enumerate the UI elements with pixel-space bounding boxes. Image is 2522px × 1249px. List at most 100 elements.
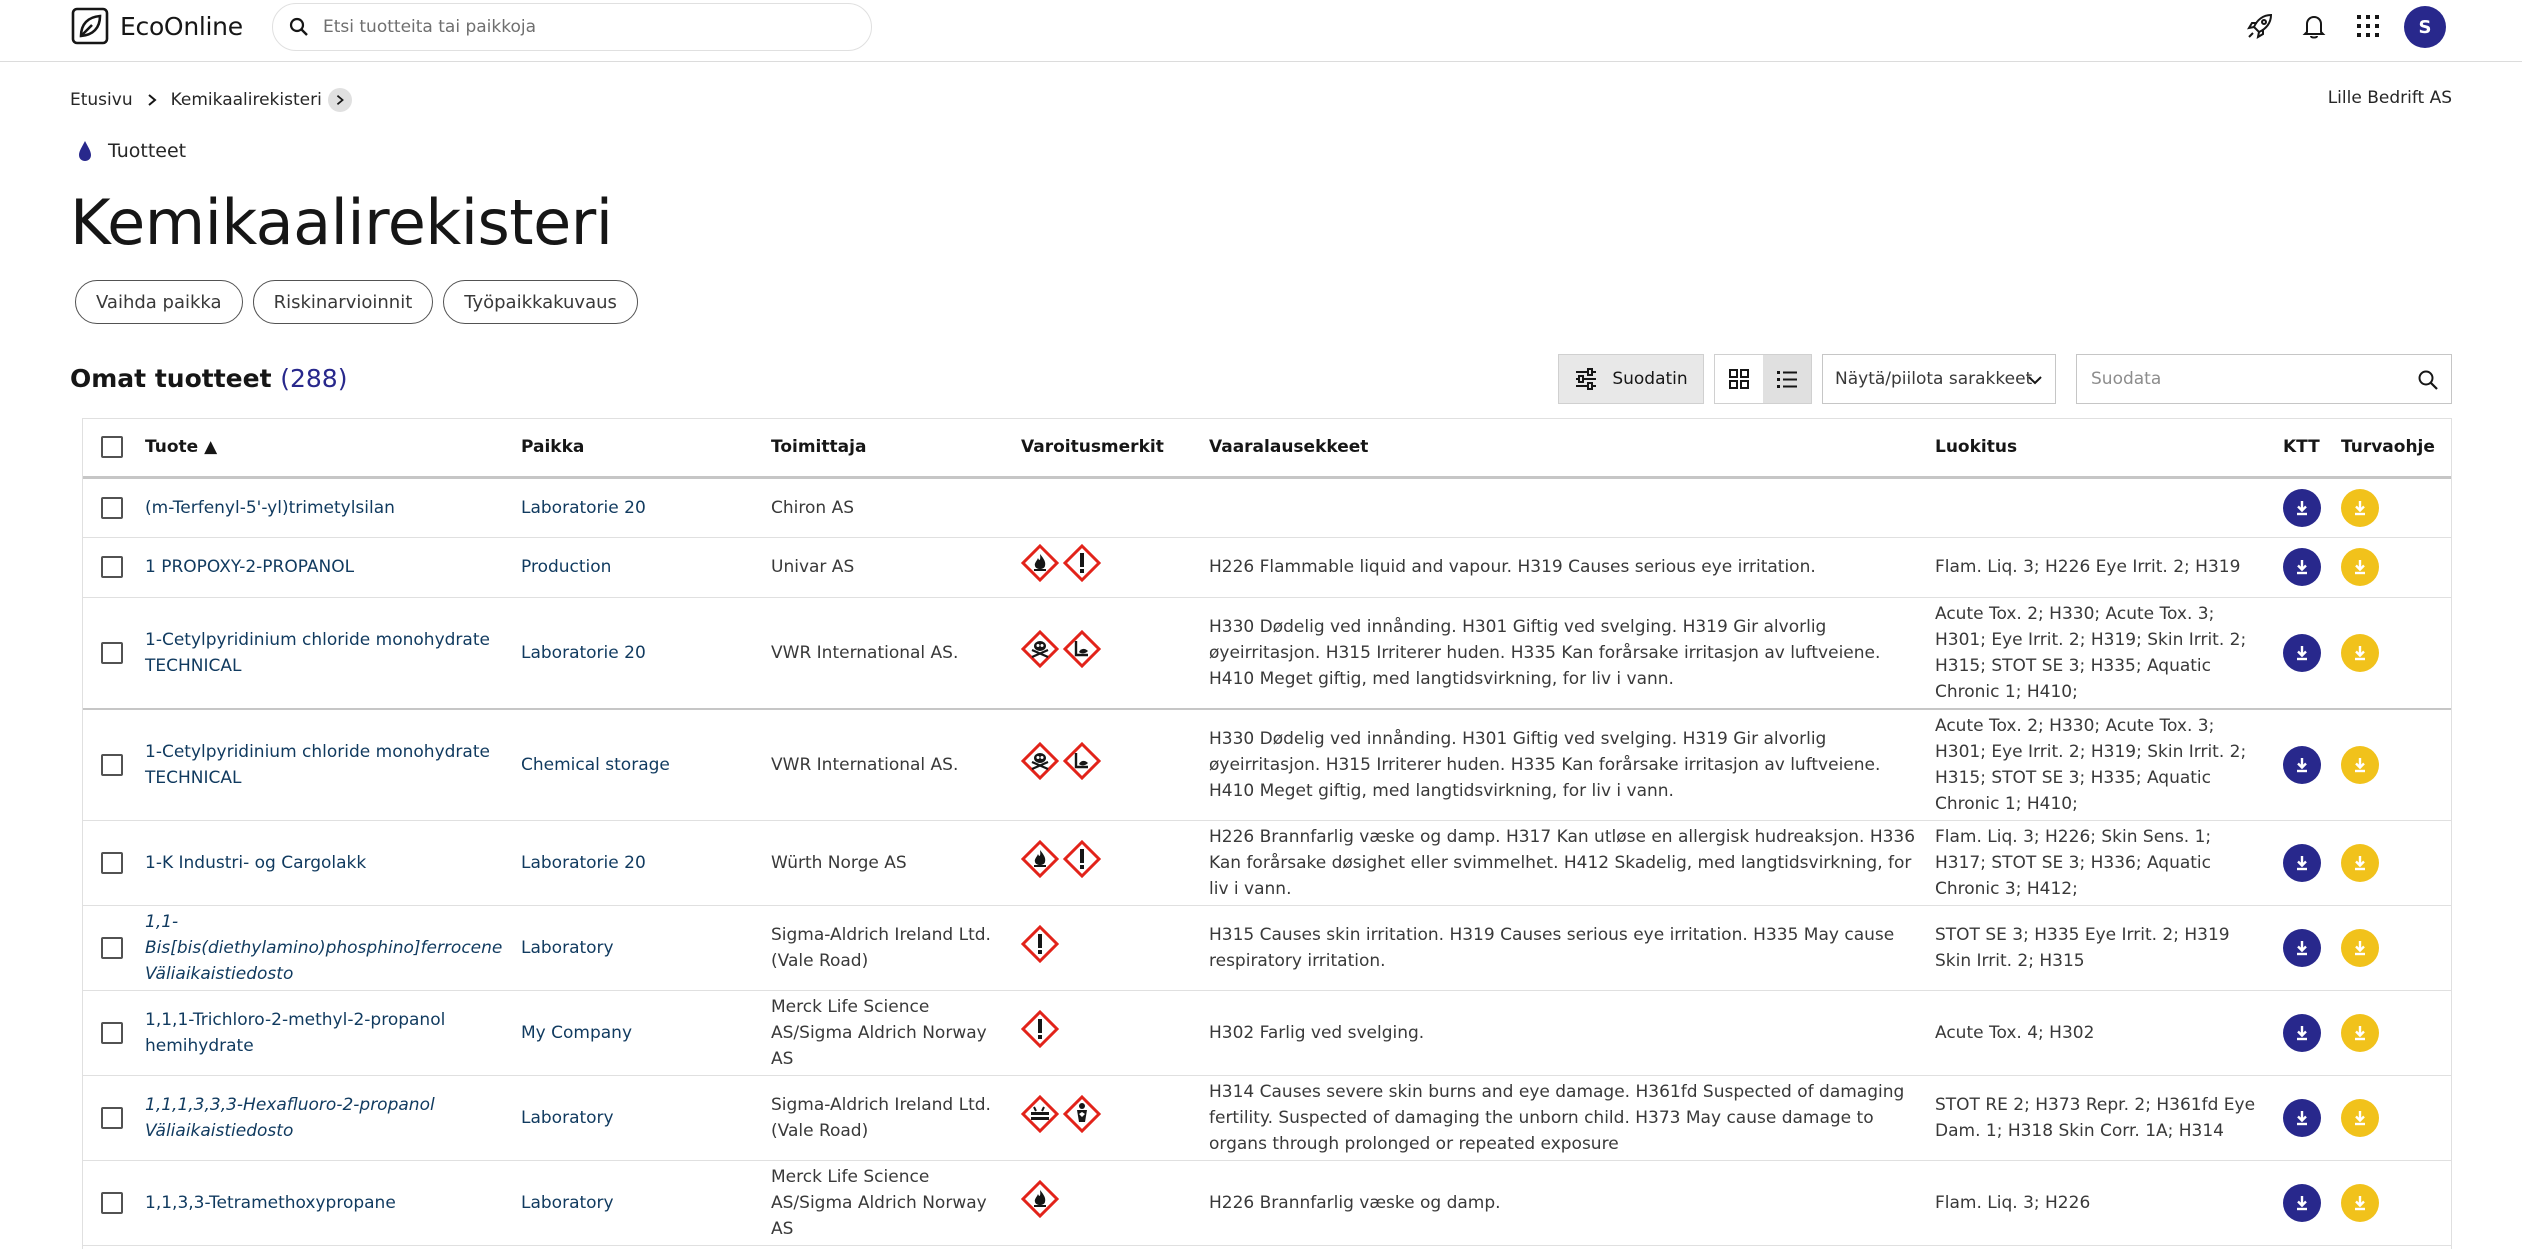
columns-visibility-select[interactable]: Näytä/piilota sarakkeet — [1822, 354, 2056, 404]
table-row[interactable]: 1-Cetylpyridinium chloride monohydrate T… — [83, 709, 2451, 821]
place-cell[interactable]: Production — [513, 537, 763, 597]
table-row[interactable]: 1-Cetylpyridinium chloride monohydrate T… — [83, 597, 2451, 709]
table-row[interactable]: 1,1,1-Trichloro-2-methyl-2-propanol hemi… — [83, 990, 2451, 1075]
download-sds-button[interactable] — [2283, 633, 2321, 672]
view-toggle — [1714, 354, 1812, 404]
place-cell[interactable]: Laboratory — [513, 1160, 763, 1245]
download-sds-button[interactable] — [2283, 1098, 2321, 1137]
product-name-cell[interactable]: 1,1-Bis[bis(diethylamino)phosphino]ferro… — [137, 905, 513, 990]
download-safety-instructions-button[interactable] — [2341, 548, 2379, 586]
select-all-checkbox[interactable] — [101, 436, 123, 459]
product-name[interactable]: 1-K Industri- og Cargolakk — [145, 853, 366, 873]
download-safety-instructions-button[interactable] — [2341, 1183, 2379, 1222]
product-name-cell[interactable]: 1,1,3,3-Tetramethoxypropane — [137, 1160, 513, 1245]
product-name-cell[interactable]: 1,10-Dichlorodecane — [137, 1245, 513, 1249]
place-cell[interactable]: Laboratory — [513, 905, 763, 990]
product-name[interactable]: 1,1-Bis[bis(diethylamino)phosphino]ferro… — [145, 912, 502, 958]
product-name[interactable]: 1-Cetylpyridinium chloride monohydrate T… — [145, 630, 490, 676]
column-header-ktt[interactable]: KTT — [2275, 419, 2333, 477]
row-checkbox[interactable] — [101, 1106, 123, 1129]
ecoonline-leaf-icon — [71, 7, 109, 45]
column-header-hazards[interactable]: Vaaralausekkeet — [1201, 419, 1927, 477]
download-sds-button[interactable] — [2283, 928, 2321, 967]
place-cell[interactable]: Laboratorie 20 — [513, 597, 763, 709]
product-name-cell[interactable]: 1-Cetylpyridinium chloride monohydrate T… — [137, 709, 513, 821]
table-filter-field[interactable] — [2076, 354, 2452, 404]
product-name[interactable]: 1-Cetylpyridinium chloride monohydrate T… — [145, 742, 490, 788]
breadcrumb-home[interactable]: Etusivu — [70, 90, 133, 110]
user-avatar[interactable]: S — [2404, 6, 2446, 48]
download-safety-instructions-button[interactable] — [2341, 1098, 2379, 1137]
column-header-supplier[interactable]: Toimittaja — [763, 419, 1013, 477]
table-row[interactable]: 1,1-Bis[bis(diethylamino)phosphino]ferro… — [83, 905, 2451, 990]
breadcrumb-current[interactable]: Kemikaalirekisteri — [171, 90, 322, 110]
place-cell[interactable]: Chemical storage — [513, 1245, 763, 1249]
row-checkbox[interactable] — [101, 936, 123, 959]
breadcrumb-expand-button[interactable] — [327, 88, 352, 112]
row-checkbox[interactable] — [101, 1191, 123, 1214]
download-sds-button[interactable] — [2283, 488, 2321, 527]
download-sds-button[interactable] — [2283, 843, 2321, 882]
list-view-button[interactable] — [1763, 355, 1811, 403]
table-row[interactable]: 1,1,1,3,3,3-Hexafluoro-2-propanol Väliaik… — [83, 1075, 2451, 1160]
row-checkbox[interactable] — [101, 556, 123, 578]
row-checkbox[interactable] — [101, 753, 123, 776]
filter-button[interactable]: Suodatin — [1558, 354, 1704, 404]
product-name-cell[interactable]: 1,1,1,3,3,3-Hexafluoro-2-propanol Väliaik… — [137, 1075, 513, 1160]
ecoonline-logo[interactable]: EcoOnline — [70, 6, 243, 46]
workplace-description-button[interactable]: Työpaikkakuvaus — [443, 280, 638, 324]
download-sds-button[interactable] — [2283, 745, 2321, 784]
risk-assessments-button[interactable]: Riskinarvioinnit — [252, 280, 434, 324]
global-search[interactable] — [272, 3, 872, 51]
table-row[interactable]: 1,1,3,3-Tetramethoxypropane Laboratory Mer… — [83, 1160, 2451, 1245]
table-row[interactable]: 1,10-DichlorodecaneChemical storageMerck… — [83, 1245, 2451, 1249]
table-row[interactable]: 1 PROPOXY-2-PROPANOL Production Univar AS H… — [83, 537, 2451, 597]
table-row[interactable]: (m-Terfenyl-5'-yl)trimetylsilan Laborator… — [83, 477, 2451, 537]
download-safety-instructions-button[interactable] — [2341, 633, 2379, 672]
column-header-product[interactable]: Tuote ▲ — [137, 419, 513, 477]
column-header-place[interactable]: Paikka — [513, 419, 763, 477]
place-cell[interactable]: My Company — [513, 990, 763, 1075]
row-checkbox[interactable] — [101, 1021, 123, 1044]
row-checkbox[interactable] — [101, 496, 123, 519]
download-safety-instructions-button[interactable] — [2341, 488, 2379, 527]
download-sds-button[interactable] — [2283, 1183, 2321, 1222]
place-cell[interactable]: Laboratorie 20 — [513, 477, 763, 537]
global-search-input[interactable] — [323, 17, 823, 37]
product-name[interactable]: 1,1,1,3,3,3-Hexafluoro-2-propanol — [145, 1095, 435, 1115]
notifications-button[interactable] — [2296, 8, 2332, 44]
download-safety-instructions-button[interactable] — [2341, 1013, 2379, 1052]
rocket-button[interactable] — [2242, 8, 2278, 44]
product-name-cell[interactable]: 1-K Industri- og Cargolakk — [137, 820, 513, 905]
change-location-button[interactable]: Vaihda paikka — [75, 280, 243, 324]
column-header-safety-instructions[interactable]: Turvaohje — [2333, 419, 2451, 477]
row-checkbox[interactable] — [101, 851, 123, 874]
row-checkbox[interactable] — [101, 641, 123, 664]
product-name-cell[interactable]: 1 PROPOXY-2-PROPANOL — [137, 537, 513, 597]
table-row[interactable]: 1-K Industri- og Cargolakk Laboratorie 20… — [83, 820, 2451, 905]
bell-icon — [2302, 15, 2326, 39]
download-safety-instructions-button[interactable] — [2341, 928, 2379, 967]
download-sds-button[interactable] — [2283, 548, 2321, 586]
product-name[interactable]: 1,1,3,3-Tetramethoxypropane — [145, 1193, 396, 1213]
column-header-pictograms[interactable]: Varoitusmerkit — [1013, 419, 1201, 477]
table-filter-input[interactable] — [2091, 369, 2411, 389]
download-safety-instructions-button[interactable] — [2341, 745, 2379, 784]
column-header-classification[interactable]: Luokitus — [1927, 419, 2275, 477]
product-name[interactable]: (m-Terfenyl-5'-yl)trimetylsilan — [145, 498, 395, 518]
place-cell[interactable]: Chemical storage — [513, 709, 763, 821]
product-name-cell[interactable]: 1,1,1-Trichloro-2-methyl-2-propanol hemi… — [137, 990, 513, 1075]
product-name[interactable]: 1,1,1-Trichloro-2-methyl-2-propanol hemi… — [145, 1010, 445, 1056]
section-kind-label: Tuotteet — [108, 140, 187, 162]
place-cell[interactable]: Laboratorie 20 — [513, 820, 763, 905]
product-name[interactable]: 1 PROPOXY-2-PROPANOL — [145, 557, 354, 577]
download-sds-button[interactable] — [2283, 1013, 2321, 1052]
download-safety-instructions-button[interactable] — [2341, 843, 2379, 882]
grid-view-button[interactable] — [1715, 355, 1763, 403]
ghs-environment-icon — [1063, 629, 1101, 668]
apps-button[interactable] — [2350, 8, 2386, 44]
sliders-icon — [1576, 368, 1597, 390]
product-name-cell[interactable]: 1-Cetylpyridinium chloride monohydrate T… — [137, 597, 513, 709]
product-name-cell[interactable]: (m-Terfenyl-5'-yl)trimetylsilan — [137, 477, 513, 537]
place-cell[interactable]: Laboratory — [513, 1075, 763, 1160]
